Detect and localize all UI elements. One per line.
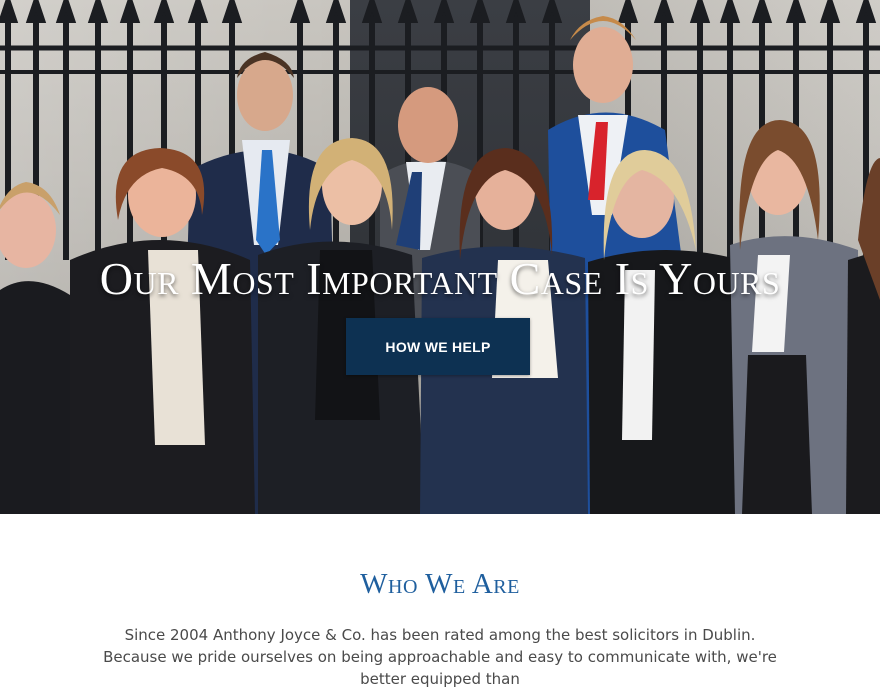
who-we-are-heading: Who We Are (360, 568, 520, 600)
person-front-7 (846, 158, 880, 514)
hero-title: Our Most Important Case Is Yours (99, 253, 781, 304)
who-we-are-text: Since 2004 Anthony Joyce & Co. has been … (103, 626, 777, 688)
how-we-help-button[interactable]: HOW WE HELP (346, 318, 530, 375)
who-we-are-section: Who We Are Since 2004 Anthony Joyce & Co… (0, 514, 880, 688)
person-front-6 (730, 120, 860, 514)
hero-section: Our Most Important Case Is Yours HOW WE … (0, 0, 880, 514)
